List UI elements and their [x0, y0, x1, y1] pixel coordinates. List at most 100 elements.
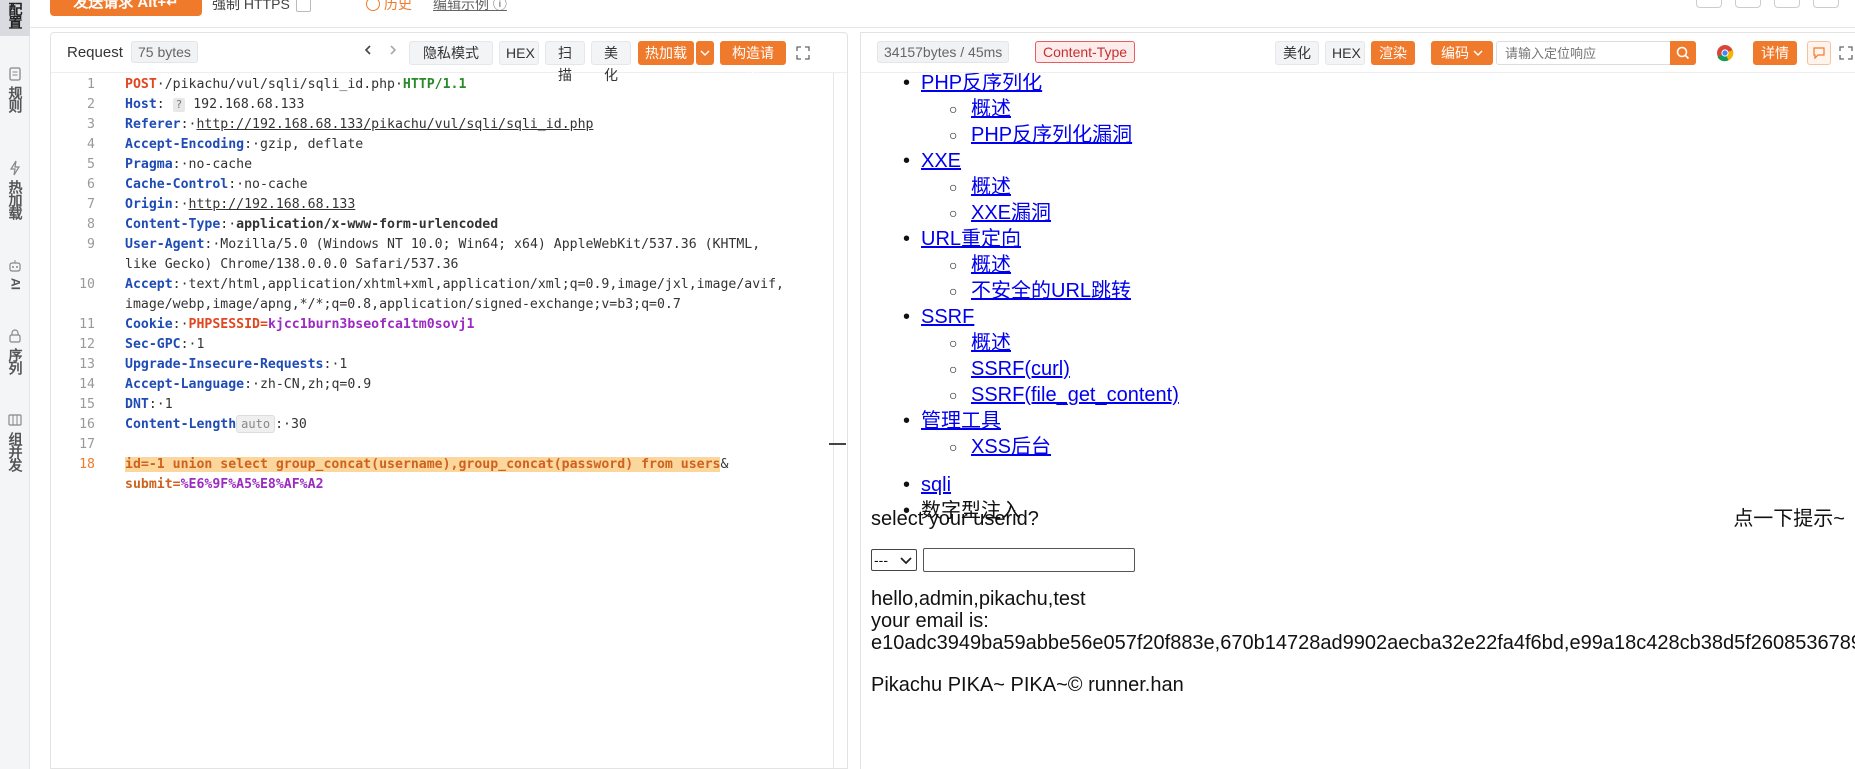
breadcrumb-link[interactable]: sqli: [921, 474, 951, 496]
encoding-label: 编码: [1441, 45, 1470, 61]
hotload-button[interactable]: 热加载: [638, 41, 694, 65]
code-line: 8 Content-Type:·application/x-www-form-ur…: [87, 217, 499, 232]
expand-icon[interactable]: [1839, 46, 1853, 60]
code-line-wrap: like Gecko) Chrome/138.0.0.0 Safari/537.…: [125, 257, 459, 272]
sidebar-item-label: 规则: [7, 86, 24, 112]
sidebar-item-label: 序列: [7, 348, 24, 374]
more-icon[interactable]: [1813, 0, 1839, 8]
sidebar-item-rules[interactable]: 规则: [0, 66, 30, 112]
expand-icon[interactable]: [796, 46, 810, 60]
submenu-item: SSRF(curl): [871, 356, 1855, 382]
rule-icon: [9, 67, 21, 81]
beautify-button[interactable]: 美化: [591, 41, 631, 83]
submenu-link[interactable]: 不安全的URL跳转: [971, 280, 1131, 302]
submenu-item: 概述: [871, 330, 1855, 356]
code-line: 3 Referer:·http://192.168.68.133/pikachu/…: [87, 117, 594, 132]
request-editor[interactable]: 1 POST·/pikachu/vul/sqli/sqli_id.php·HTTP…: [51, 73, 831, 768]
window-icon[interactable]: [1735, 0, 1761, 8]
submenu-item: XXE漏洞: [871, 200, 1855, 226]
submenu-link[interactable]: 概述: [971, 254, 1011, 276]
force-https-toggle[interactable]: 强制 HTTPS: [212, 0, 311, 14]
userid-select[interactable]: ---: [871, 549, 917, 571]
request-toolbar: Request 75 bytes 隐私模式 HEX 扫描 美化 热加载 构造请求: [51, 33, 847, 83]
request-size-badge: 75 bytes: [131, 41, 198, 63]
menu-link[interactable]: URL重定向: [921, 228, 1021, 250]
sidebar-item-ai[interactable]: AI: [0, 258, 30, 290]
hotload-dropdown-button[interactable]: [696, 41, 714, 65]
sidebar-item-sequence[interactable]: 序列: [0, 328, 30, 374]
edit-example-link[interactable]: 编辑示例 ⓘ: [433, 0, 507, 14]
render-button[interactable]: 渲染: [1371, 41, 1415, 65]
submenu-item: XSS后台: [871, 434, 1855, 460]
submenu-link[interactable]: SSRF(file_get_content): [971, 384, 1179, 406]
menu-link[interactable]: 管理工具: [921, 410, 1001, 432]
code-line: 4 Accept-Encoding:·gzip, deflate: [87, 137, 364, 152]
menu-item: SSRF: [871, 304, 1855, 330]
submenu-link[interactable]: 概述: [971, 176, 1011, 198]
rendered-response: PHP反序列化 概述 PHP反序列化漏洞 XXE 概述 XXE漏洞 URL重定向…: [871, 73, 1855, 769]
privacy-mode-button[interactable]: 隐私模式: [409, 41, 493, 65]
response-beautify-button[interactable]: 美化: [1275, 41, 1319, 65]
code-line: 17: [79, 437, 95, 452]
response-search-box[interactable]: [1496, 41, 1696, 65]
menu-link[interactable]: PHP反序列化: [921, 73, 1042, 94]
host-hint-badge[interactable]: ?: [172, 98, 186, 112]
details-button[interactable]: 详情: [1753, 41, 1797, 65]
scan-button[interactable]: 扫描: [545, 41, 585, 83]
sidebar-item-label: AI: [8, 278, 23, 290]
menu-link[interactable]: SSRF: [921, 306, 974, 328]
submenu-link[interactable]: 概述: [971, 98, 1011, 120]
sidebar-item-config[interactable]: 配置: [0, 0, 30, 36]
code-line-wrap: submit=%E6%9F%A5%E8%AF%A2: [125, 477, 324, 492]
left-sidebar: 配置 规则 热加载 AI 序列 组并发: [0, 0, 30, 769]
submenu-item: 概述: [871, 96, 1855, 122]
page-footer: Pikachu PIKA~ PIKA~© runner.han: [871, 674, 1184, 696]
comment-button[interactable]: [1807, 41, 1831, 65]
code-line: 5 Pragma:·no-cache: [87, 157, 253, 172]
response-search-input[interactable]: [1497, 42, 1667, 64]
code-line: 16 Content-Length auto:·30: [79, 415, 307, 433]
submenu-link[interactable]: XXE漏洞: [971, 202, 1051, 224]
encoding-button[interactable]: 编码: [1431, 41, 1493, 65]
submenu-item: 概述: [871, 252, 1855, 278]
submenu-link[interactable]: SSRF(curl): [971, 358, 1070, 380]
code-line: 6 Cache-Control:·no-cache: [87, 177, 308, 192]
menu-item: XXE: [871, 148, 1855, 174]
response-toolbar: 34157bytes / 45ms Content-Type 美化 HEX 渲染…: [861, 33, 1855, 73]
lock-icon: [9, 329, 21, 343]
robot-icon: [9, 260, 21, 272]
request-title: Request: [67, 44, 123, 61]
sidebar-item-hotload[interactable]: 热加载: [0, 160, 30, 219]
copy-icon[interactable]: [1774, 0, 1800, 8]
hint-link[interactable]: 点一下提示~: [1733, 506, 1845, 532]
construct-request-button[interactable]: 构造请求: [720, 41, 786, 83]
submenu-link[interactable]: XSS后台: [971, 436, 1051, 458]
code-line-wrap: image/webp,image/apng,*/*;q=0.8,applicat…: [125, 297, 681, 312]
submenu-link[interactable]: 概述: [971, 332, 1011, 354]
auto-length-badge[interactable]: auto: [236, 415, 276, 433]
submenu-link[interactable]: PHP反序列化漏洞: [971, 124, 1132, 146]
userid-select-value: ---: [874, 552, 888, 568]
history-button[interactable]: 历史: [366, 0, 412, 14]
response-hex-button[interactable]: HEX: [1325, 41, 1365, 65]
code-line: 7 Origin:·http://192.168.68.133: [87, 197, 356, 212]
force-https-checkbox[interactable]: [295, 0, 311, 12]
send-request-button[interactable]: 发送请求 Alt+↵: [50, 0, 202, 16]
attach-icon[interactable]: [1696, 0, 1722, 8]
userid-input[interactable]: [923, 548, 1135, 572]
hex-button[interactable]: HEX: [499, 41, 539, 65]
request-panel: Request 75 bytes 隐私模式 HEX 扫描 美化 热加载 构造请求…: [50, 32, 848, 769]
clock-icon: [366, 0, 380, 11]
menu-link[interactable]: XXE: [921, 150, 961, 172]
sidebar-item-label: 配置: [7, 2, 24, 28]
search-button[interactable]: [1670, 41, 1696, 65]
resize-handle[interactable]: [829, 443, 846, 445]
chevron-left-icon[interactable]: [363, 45, 373, 55]
chevron-down-icon: [1473, 50, 1483, 57]
chrome-icon[interactable]: [1716, 44, 1734, 62]
sidebar-item-concurrency[interactable]: 组并发: [0, 412, 30, 471]
content-type-badge[interactable]: Content-Type: [1035, 41, 1136, 63]
sqli-payload: id=-1 union select group_concat(username…: [125, 457, 721, 472]
userid-prompt: select your userid?: [871, 508, 1039, 530]
chevron-right-icon[interactable]: [388, 45, 398, 55]
